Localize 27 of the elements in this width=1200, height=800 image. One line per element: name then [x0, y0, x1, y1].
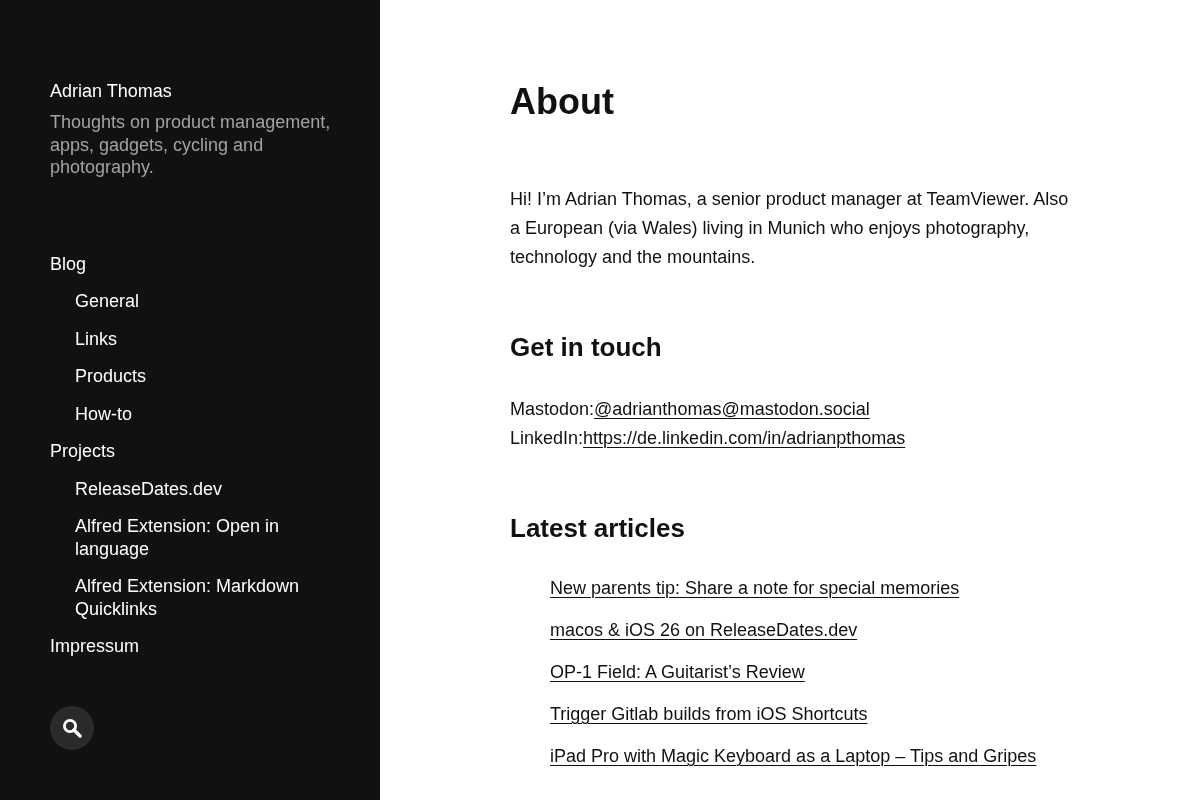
article-link[interactable]: macos & iOS 26 on ReleaseDates.dev	[550, 620, 858, 640]
nav-link[interactable]: Projects	[50, 440, 116, 463]
nav-link[interactable]: Blog	[50, 252, 87, 275]
subnav-link[interactable]: Alfred Extension: Open in language	[75, 515, 330, 560]
contact-label: Mastodon:	[510, 399, 595, 419]
subnav-link[interactable]: Alfred Extension: Markdown Quicklinks	[75, 575, 330, 620]
section-heading: Get in touch	[510, 332, 663, 363]
article-link[interactable]: OP-1 Field: A Guitarist’s Review	[550, 662, 805, 682]
article-link[interactable]: Trigger Gitlab builds from iOS Shortcuts	[550, 704, 868, 724]
intro-paragraph: Hi! I’m Adrian Thomas, a senior product manager at TeamViewer. Also a European (via Wales) living in Munich who enjoys photography, technology and the mountains.	[510, 188, 1070, 269]
article-link[interactable]: New parents tip: Share a note for special memories	[550, 578, 960, 598]
site-title[interactable]: Adrian Thomas	[50, 80, 172, 102]
subnav-link[interactable]: Links	[75, 327, 118, 350]
subnav-link[interactable]: How-to	[75, 402, 132, 425]
article-link[interactable]: iPad Pro with Magic Keyboard as a Laptop – Tips and Gripes	[550, 746, 1037, 766]
search-button[interactable]	[50, 705, 94, 750]
contact-label: LinkedIn:	[510, 428, 584, 448]
site-tagline: Thoughts on product management, apps, gadgets, cycling and photography.	[50, 111, 332, 179]
subnav-link[interactable]: General	[75, 290, 140, 313]
subnav-link[interactable]: ReleaseDates.dev	[75, 477, 223, 500]
section-heading: Latest articles	[510, 513, 686, 544]
page-title: About	[510, 80, 615, 123]
profile-link[interactable]: https://de.linkedin.com/in/adrianpthomas	[583, 428, 906, 448]
search-icon	[62, 717, 82, 738]
subnav-link[interactable]: Products	[75, 365, 147, 388]
profile-link[interactable]: @adrianthomas@mastodon.social	[594, 399, 870, 419]
nav-link[interactable]: Impressum	[50, 635, 139, 658]
